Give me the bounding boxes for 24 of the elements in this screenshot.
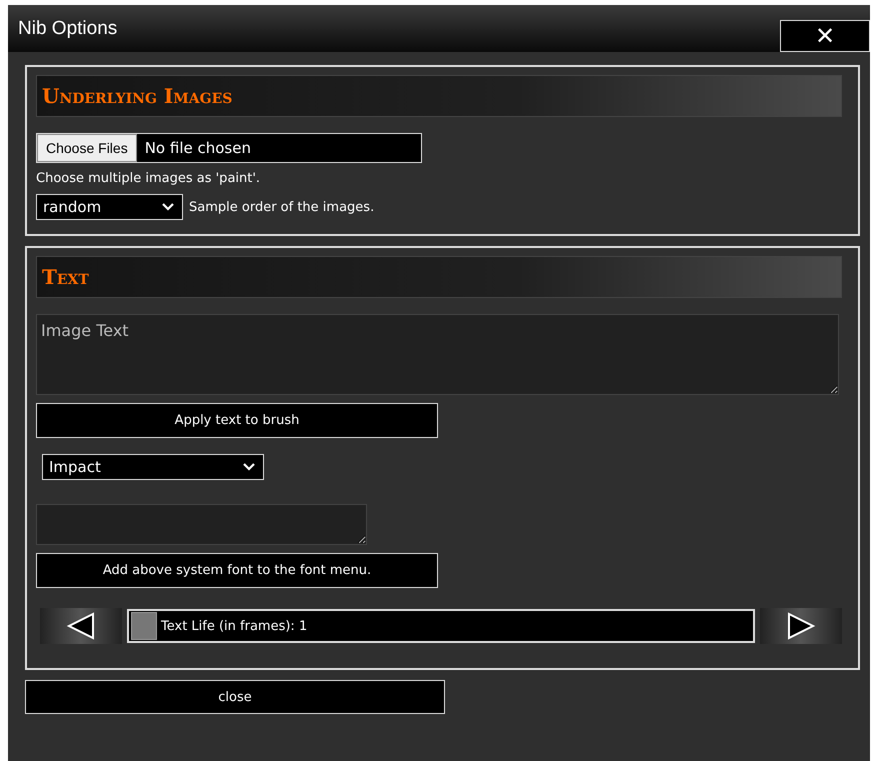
window-title: Nib Options	[18, 18, 118, 40]
action-button[interactable]: Add above system font to the font menu.	[36, 553, 438, 588]
chevron-down-icon	[162, 203, 174, 211]
right-triangle-icon	[786, 612, 816, 640]
slider-thumb[interactable]	[131, 612, 157, 640]
close-button[interactable]: close	[25, 680, 445, 714]
slider-track[interactable]: Text Life (in frames): 1	[127, 609, 755, 643]
decrease-button[interactable]	[40, 608, 122, 644]
close-button[interactable]: ✕	[780, 20, 870, 52]
choose-files-button[interactable]: Choose Files	[37, 134, 137, 162]
dropdown[interactable]: random	[36, 194, 183, 220]
hint-text: Choose multiple images as 'paint'.	[36, 171, 262, 186]
section-heading: Underlying Images	[42, 84, 232, 108]
increase-button[interactable]	[760, 608, 842, 644]
slider-label: Text Life (in frames): 1	[161, 618, 308, 634]
section-heading: Text	[42, 265, 89, 289]
action-button[interactable]: Apply text to brush	[36, 403, 438, 438]
dropdown[interactable]: Impact	[42, 454, 264, 480]
dropdown-label: Sample order of the images.	[189, 200, 374, 214]
text-area[interactable]: Image Text	[36, 314, 839, 395]
file-status: No file chosen	[144, 138, 251, 159]
file-input[interactable]: Choose Files No file chosen	[36, 133, 422, 163]
left-triangle-icon	[66, 612, 96, 640]
chevron-down-icon	[243, 463, 255, 471]
